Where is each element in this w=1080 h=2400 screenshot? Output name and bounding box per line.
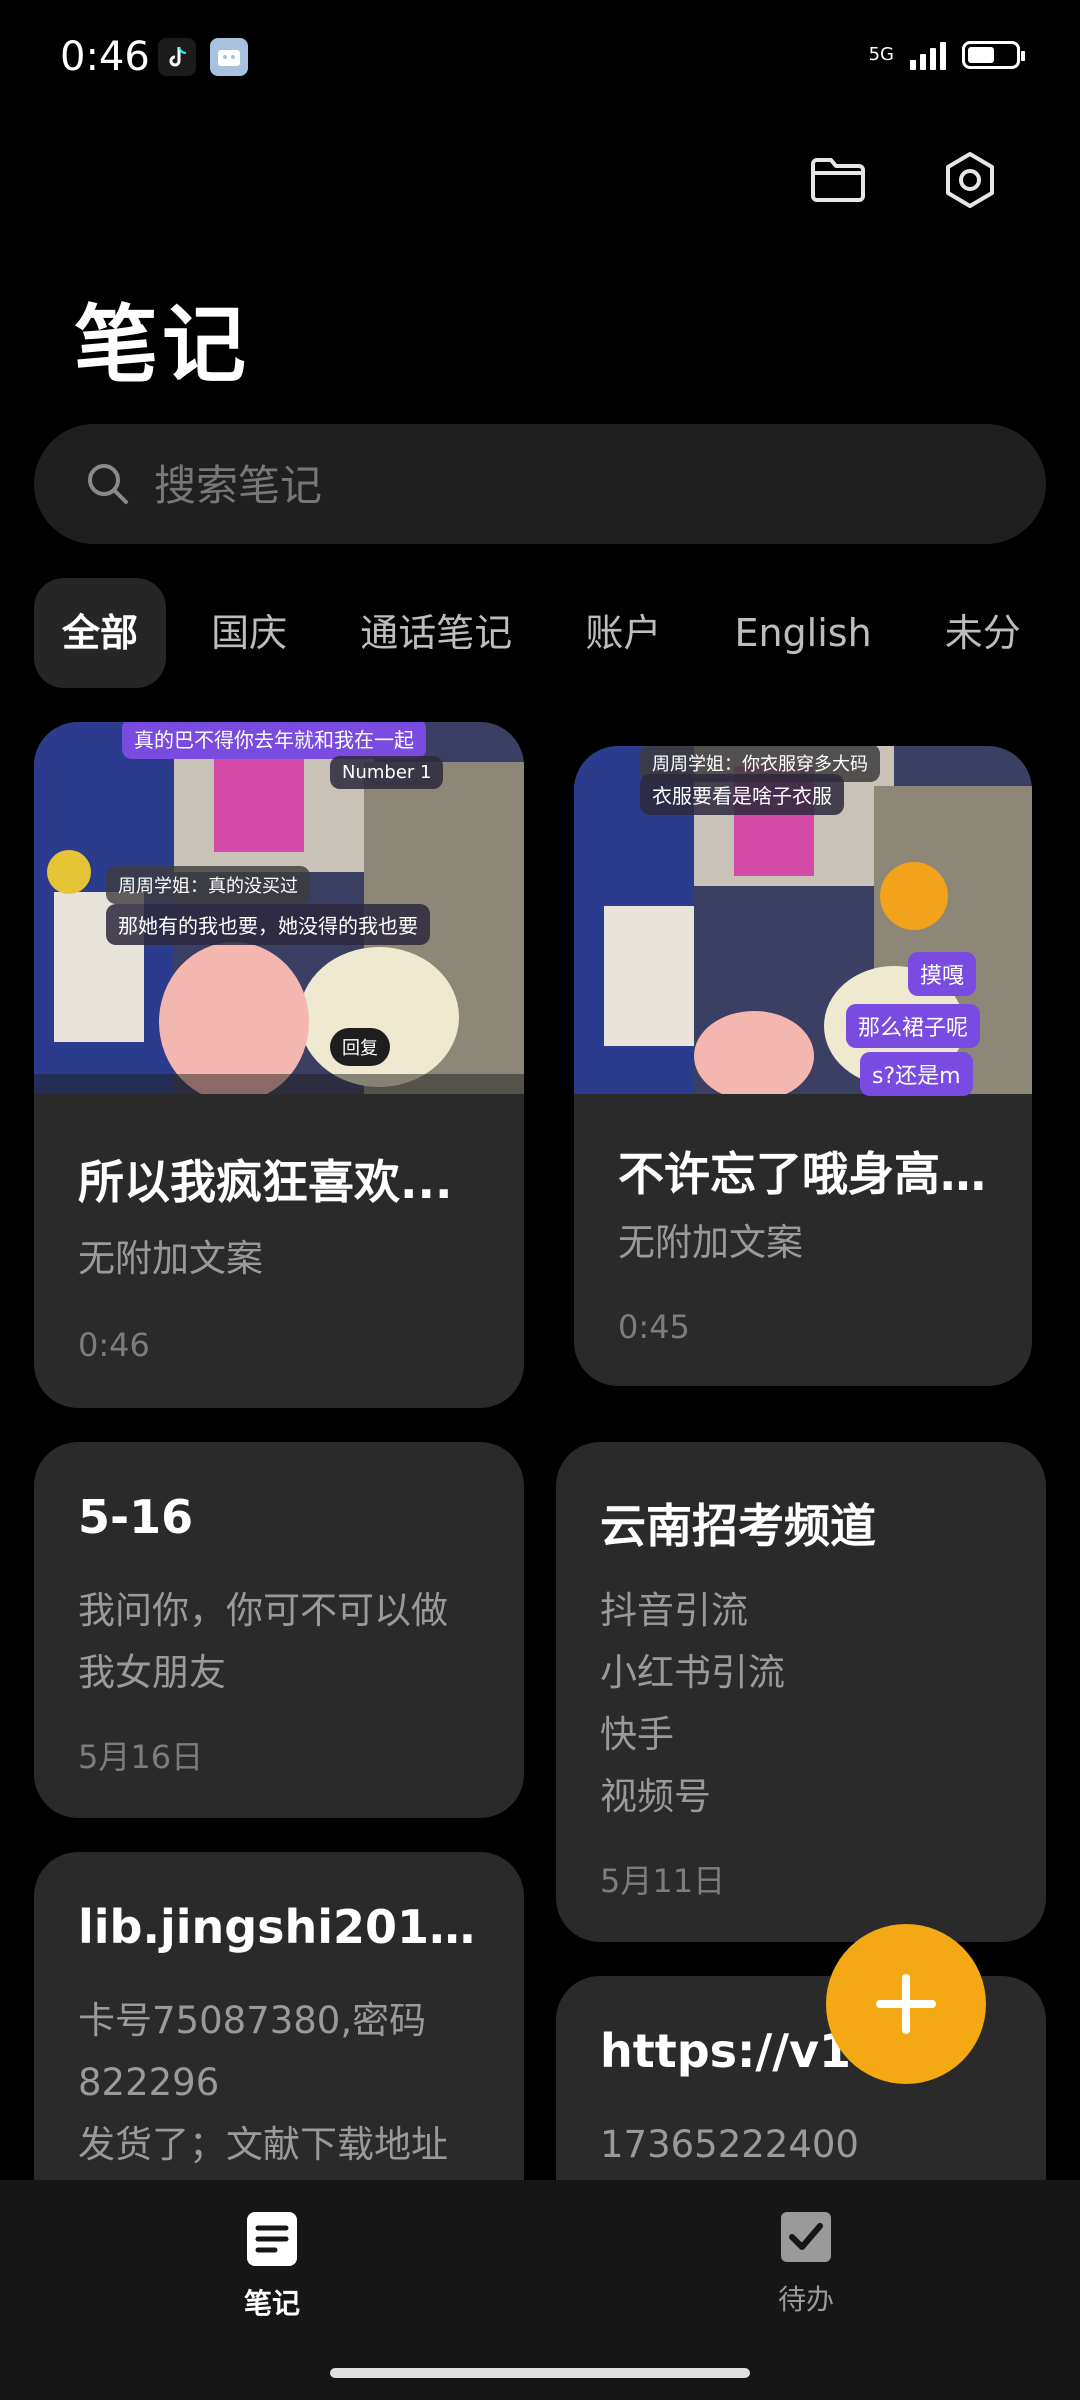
settings-icon[interactable] [938,148,1002,212]
nav-notes[interactable]: 笔记 [172,2210,372,2322]
search-bar[interactable] [34,424,1046,544]
note-date: 5月11日 [600,1862,726,1900]
overlay-tag: s?还是m [860,1052,973,1096]
overlay-tag: 摸嘎 [908,952,977,996]
search-icon [84,460,132,512]
bottom-nav: 笔记 待办 [0,2180,1080,2400]
status-time: 0:46 [60,34,150,80]
note-title: 不许忘了哦身高1... [618,1147,988,1201]
tiktok-notification-icon [158,38,196,76]
note-title: 云南招考频道 [600,1499,876,1553]
note-date: 5月16日 [78,1738,204,1776]
note-body: 我问你，你可不可以做 我女朋友 [78,1589,448,1694]
tab-guoqing[interactable]: 国庆 [183,578,315,688]
overlay-comment: 衣服要看是啥子衣服 [640,774,844,815]
overlay-banner: 真的巴不得你去年就和我在一起 [122,722,426,759]
overlay-nickname: 周周学姐：真的没买过 [106,866,310,904]
note-card[interactable]: 云南招考频道 抖音引流 小红书引流 快手 视频号 5月11日 [556,1442,1046,1942]
overlay-reply: 回复 [330,1028,390,1066]
tab-english[interactable]: English [706,578,899,688]
tab-uncategorized[interactable]: 未分 [917,578,1049,688]
nav-todo-label: 待办 [777,2283,834,2316]
note-card[interactable]: 5-16 我问你，你可不可以做 我女朋友 5月16日 [34,1442,524,1818]
network-type: 5G [868,44,894,65]
note-thumbnail: 真的巴不得你去年就和我在一起 Number 1 周周学姐：真的没买过 那她有的我… [34,722,524,1102]
note-body: 17365222400 [600,2123,859,2166]
overlay-tag: Number 1 [330,756,444,789]
note-date: 0:45 [618,1308,690,1346]
gallery-notification-icon [210,38,248,76]
note-title: 5-16 [78,1490,194,1544]
home-indicator[interactable] [330,2368,750,2378]
tab-account[interactable]: 账户 [557,578,689,688]
note-thumbnail: 周周学姐：你衣服穿多大码 衣服要看是啥子衣服 摸嘎 那么裙子呢 s?还是m [574,746,1032,1101]
tab-all[interactable]: 全部 [34,578,167,688]
note-date: 0:46 [78,1326,150,1364]
note-card[interactable]: 周周学姐：你衣服穿多大码 衣服要看是啥子衣服 摸嘎 那么裙子呢 s?还是m 不许… [574,746,1032,1386]
checkbox-icon [781,2212,831,2262]
status-bar: 0:46 5G [0,0,1080,120]
add-note-button[interactable] [826,1924,986,2084]
page-title: 笔记 [74,296,251,394]
search-input[interactable] [152,444,1006,526]
signal-icon [910,40,946,70]
plus-icon [876,1974,936,2034]
folder-tabs: 全部 国庆 通话笔记 账户 English 未分 [34,578,1080,688]
nav-todo[interactable]: 待办 [706,2210,906,2318]
nav-notes-label: 笔记 [243,2287,300,2320]
note-body: 无附加文案 [78,1237,263,1280]
battery-icon [962,41,1025,69]
folder-icon[interactable] [806,148,870,212]
note-body: 卡号75087380,密码 822296 发货了；文献下载地址 [78,1999,448,2166]
tab-call-notes[interactable]: 通话笔记 [332,578,540,688]
note-body: 无附加文案 [618,1221,803,1264]
note-card[interactable]: 真的巴不得你去年就和我在一起 Number 1 周周学姐：真的没买过 那她有的我… [34,722,524,1408]
notes-icon [247,2212,297,2266]
overlay-tag: 那么裙子呢 [846,1004,981,1048]
overlay-comment: 那她有的我也要，她没得的我也要 [106,904,430,945]
note-body: 抖音引流 小红书引流 快手 视频号 [600,1589,785,1818]
note-title: 所以我疯狂喜欢... [78,1155,453,1209]
note-title: lib.jingshi2015.c... [78,1900,480,1954]
